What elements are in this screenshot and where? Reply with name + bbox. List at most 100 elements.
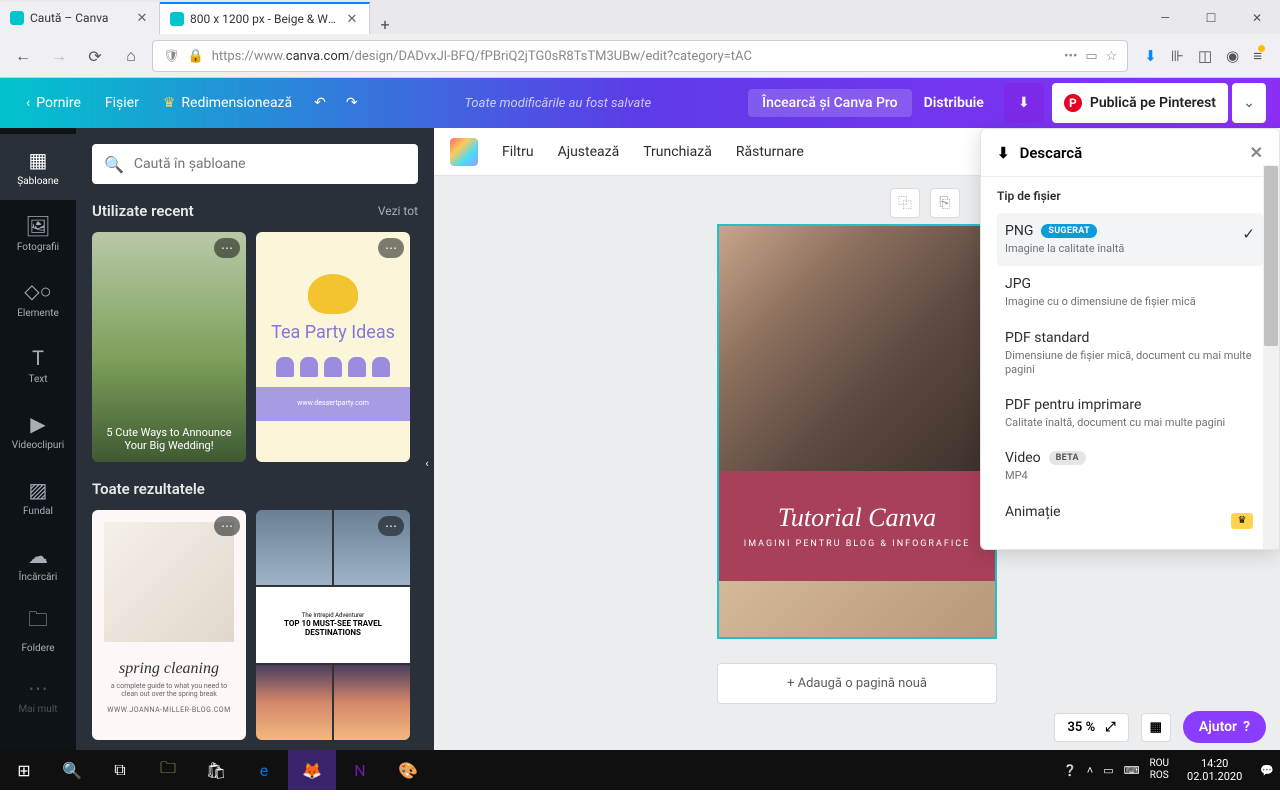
more-icon: ⋯ <box>28 676 48 700</box>
zoom-control[interactable]: 35 % ⤢ <box>1054 713 1128 742</box>
home-button[interactable]: ⌂ <box>116 41 146 71</box>
rail-uploads[interactable]: ☁Încărcări <box>0 530 76 596</box>
design-text-band[interactable]: Tutorial Canva IMAGINI PENTRU BLOG & INF… <box>719 471 995 581</box>
file-type-option[interactable]: PNG SUGERATImagine la calitate înaltă✓ <box>997 213 1263 266</box>
close-icon[interactable]: ✕ <box>345 12 359 26</box>
ellipsis-icon[interactable]: ••• <box>1064 49 1077 64</box>
folder-icon: 🗀 <box>28 605 48 639</box>
file-type-label: Tip de fișier <box>997 189 1263 203</box>
address-bar: ← → ⟳ ⌂ 🛡 🔒 https://www.canva.com/design… <box>0 34 1280 78</box>
card-menu-icon[interactable]: ⋯ <box>378 516 404 536</box>
template-card[interactable]: ⋯ The Intrepid AdventurerTOP 10 MUST-SEE… <box>256 510 410 740</box>
template-card[interactable]: ⋯ Tea Party Ideas www.dessertparty.com <box>256 232 410 462</box>
edge-button[interactable]: e <box>240 750 288 790</box>
collapse-panel-button[interactable]: ‹ <box>418 428 434 498</box>
file-type-option[interactable]: Animație ♛ <box>997 494 1263 533</box>
publish-button[interactable]: P Publică pe Pinterest <box>1052 83 1228 123</box>
sidebar-icon[interactable]: ◫ <box>1198 47 1212 65</box>
tray-keyboard-icon[interactable]: ⌨ <box>1124 764 1140 777</box>
adjust-button[interactable]: Ajustează <box>558 144 620 160</box>
flip-button[interactable]: Răsturnare <box>736 144 804 160</box>
new-tab-button[interactable]: + <box>370 15 400 34</box>
task-view-button[interactable]: ⧉ <box>96 750 144 790</box>
close-icon[interactable]: ✕ <box>1250 143 1263 162</box>
scrollbar-thumb[interactable] <box>1264 166 1278 346</box>
template-card[interactable]: ⋯ 5 Cute Ways to Announce Your Big Weddi… <box>92 232 246 462</box>
file-type-option[interactable]: PDF standard Dimensiune de fișier mică, … <box>997 320 1263 388</box>
explorer-button[interactable]: 🗀 <box>144 750 192 790</box>
download-button[interactable]: ⬇ <box>1004 83 1044 123</box>
crop-button[interactable]: Trunchiază <box>643 144 712 160</box>
onenote-button[interactable]: N <box>336 750 384 790</box>
template-search[interactable]: 🔍 <box>92 144 418 184</box>
see-all-link[interactable]: Vezi tot <box>378 204 418 218</box>
close-icon[interactable]: ✕ <box>135 11 149 25</box>
shield-icon: 🛡 <box>163 49 180 64</box>
filter-button[interactable]: Filtru <box>502 144 534 160</box>
clock[interactable]: 14:2002.01.2020 <box>1179 757 1250 783</box>
redo-button[interactable]: ↷ <box>336 78 368 128</box>
file-type-option[interactable]: Video BETAMP4 <box>997 440 1263 493</box>
library-icon[interactable]: ⊪ <box>1171 47 1184 65</box>
design-image-bottom[interactable] <box>719 581 995 637</box>
home-button[interactable]: ‹ Pornire <box>14 78 93 128</box>
file-type-option[interactable]: PDF pentru imprimare Calitate înaltă, do… <box>997 387 1263 440</box>
expand-icon[interactable]: ⤢ <box>1105 720 1115 735</box>
design-canvas[interactable]: Tutorial Canva IMAGINI PENTRU BLOG & INF… <box>717 224 997 639</box>
rail-folders[interactable]: 🗀Foldere <box>0 596 76 662</box>
url-input[interactable]: 🛡 🔒 https://www.canva.com/design/DADvxJl… <box>152 40 1128 72</box>
rail-videos[interactable]: ▶Videoclipuri <box>0 398 76 464</box>
try-pro-button[interactable]: Încearcă și Canva Pro <box>748 89 912 117</box>
card-menu-icon[interactable]: ⋯ <box>214 238 240 258</box>
rail-elements[interactable]: ◇○Elemente <box>0 266 76 332</box>
reload-button[interactable]: ⟳ <box>80 41 110 71</box>
duplicate-page-button[interactable]: ⿻ <box>890 188 920 218</box>
help-button[interactable]: Ajutor? <box>1183 711 1266 743</box>
rail-text[interactable]: TText <box>0 332 76 398</box>
main-area: ▦Șabloane 🖼Fotografii ◇○Elemente TText ▶… <box>0 128 1280 750</box>
grid-view-button[interactable]: ▦ <box>1141 713 1171 742</box>
notifications-icon[interactable]: 💬 <box>1260 764 1274 777</box>
maximize-button[interactable]: ☐ <box>1188 2 1234 34</box>
add-page-button[interactable]: + Adaugă o pagină nouă <box>717 663 997 704</box>
tray-battery-icon[interactable]: ▭ <box>1103 764 1113 777</box>
card-menu-icon[interactable]: ⋯ <box>378 238 404 258</box>
rail-more[interactable]: ⋯Mai mult <box>0 662 76 728</box>
reader-icon[interactable]: ▭ <box>1085 49 1097 64</box>
search-button[interactable]: 🔍 <box>48 750 96 790</box>
start-button[interactable]: ⊞ <box>0 750 48 790</box>
firefox-button[interactable]: 🦊 <box>288 750 336 790</box>
browser-tab-active[interactable]: 800 x 1200 px - Beige & White S ✕ <box>160 2 370 34</box>
browser-tab[interactable]: Caută – Canva ✕ <box>0 2 160 34</box>
tray-chevron-icon[interactable]: ˄ <box>1087 764 1093 777</box>
download-icon[interactable]: ⬇ <box>1144 47 1157 65</box>
template-card[interactable]: ⋯ spring cleaning a complete guide to wh… <box>92 510 246 740</box>
undo-button[interactable]: ↶ <box>304 78 336 128</box>
file-menu[interactable]: Fișier <box>93 78 151 128</box>
language-indicator[interactable]: ROUROS <box>1150 758 1170 782</box>
color-picker[interactable] <box>450 138 478 166</box>
share-button[interactable]: Distribuie <box>912 78 996 128</box>
menu-icon[interactable]: ≡ <box>1253 47 1262 65</box>
card-menu-icon[interactable]: ⋯ <box>214 516 240 536</box>
file-type-option[interactable]: JPG Imagine cu o dimensiune de fișier mi… <box>997 266 1263 319</box>
all-results-header: Toate rezultatele <box>92 480 418 498</box>
scrollbar[interactable] <box>1263 165 1279 549</box>
rail-photos[interactable]: 🖼Fotografii <box>0 200 76 266</box>
minimize-button[interactable]: — <box>1142 2 1188 34</box>
design-image[interactable] <box>719 226 995 471</box>
search-input[interactable] <box>134 156 406 172</box>
paint-button[interactable]: 🎨 <box>384 750 432 790</box>
copy-page-button[interactable]: ⎘ <box>930 188 960 218</box>
account-icon[interactable]: ◉ <box>1226 47 1239 65</box>
publish-dropdown[interactable]: ⌄ <box>1232 83 1266 123</box>
store-button[interactable]: 🛍 <box>192 750 240 790</box>
tray-help-icon[interactable]: ❔ <box>1063 764 1077 777</box>
rail-templates[interactable]: ▦Șabloane <box>0 134 76 200</box>
close-window-button[interactable]: ✕ <box>1234 2 1280 34</box>
forward-button[interactable]: → <box>44 41 74 71</box>
bookmark-icon[interactable]: ☆ <box>1106 49 1118 64</box>
resize-button[interactable]: ♛Redimensionează <box>151 78 304 128</box>
back-button[interactable]: ← <box>8 41 38 71</box>
rail-background[interactable]: ▨Fundal <box>0 464 76 530</box>
